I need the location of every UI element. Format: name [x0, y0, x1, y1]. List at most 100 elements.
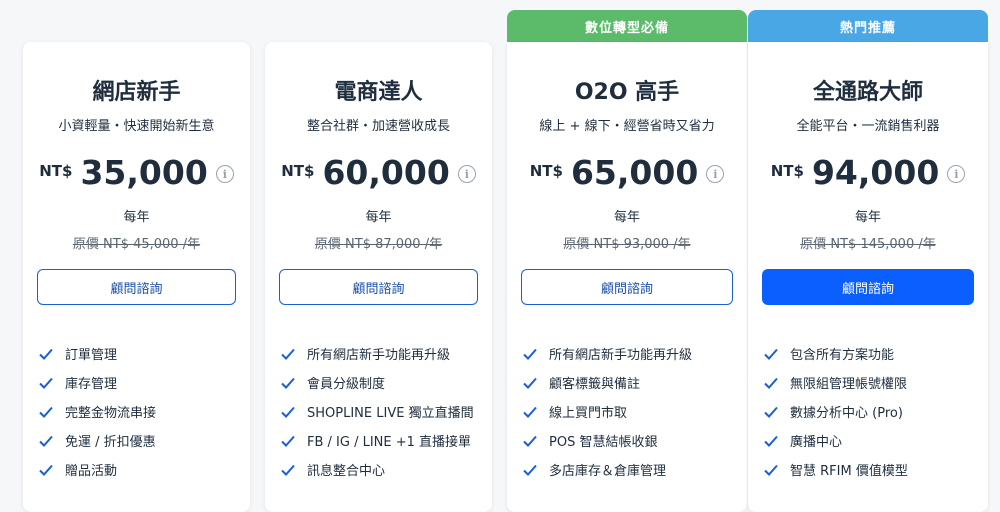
feature-label: 贈品活動: [65, 464, 118, 479]
billing-period: 每年: [613, 210, 640, 225]
feature-item: 多店庫存＆倉庫管理: [523, 455, 737, 484]
check-icon: [281, 377, 295, 389]
price-row: NT$ 65,000 i: [507, 154, 747, 192]
check-icon: [281, 435, 295, 447]
check-icon: [764, 464, 778, 476]
check-icon: [523, 348, 537, 360]
check-icon: [39, 406, 53, 418]
plan-title: O2O 高手: [574, 80, 680, 105]
info-circle-icon[interactable]: i: [947, 165, 966, 183]
feature-item: 線上買門市取: [523, 397, 737, 426]
consult-button[interactable]: 顧問諮詢: [762, 269, 974, 305]
ribbon-badge: 數位轉型必備: [507, 10, 747, 42]
info-circle-icon[interactable]: i: [457, 165, 476, 183]
feature-item: 庫存管理: [39, 368, 240, 397]
feature-list: 所有網店新手功能再升級 顧客標籤與備註 線上買門市取 POS 智慧結帳收銀 多店…: [523, 339, 737, 484]
feature-label: 所有網店新手功能再升級: [549, 348, 693, 363]
info-circle-icon[interactable]: i: [706, 165, 725, 183]
price-row: NT$ 94,000 i: [748, 154, 988, 192]
feature-label: 智慧 RFIM 價值模型: [790, 464, 908, 479]
feature-label: 訂單管理: [65, 348, 118, 363]
plan-title: 全通路大師: [812, 80, 923, 105]
consult-button[interactable]: 顧問諮詢: [279, 269, 478, 305]
price-amount: 94,000: [811, 153, 940, 192]
price-amount: 60,000: [322, 153, 450, 192]
feature-label: 多店庫存＆倉庫管理: [549, 464, 667, 479]
feature-label: 會員分級制度: [307, 377, 386, 392]
feature-item: 訂單管理: [39, 339, 240, 368]
feature-item: 包含所有方案功能: [764, 339, 978, 368]
feature-item: 數據分析中心 (Pro): [764, 397, 978, 426]
price-amount: 35,000: [80, 153, 208, 192]
feature-label: 包含所有方案功能: [790, 348, 895, 363]
feature-label: 庫存管理: [65, 377, 118, 392]
check-icon: [523, 377, 537, 389]
plan-card-pro: 電商達人 整合社群・加速營收成長 NT$ 60,000 i 每年 原價 NT$ …: [265, 42, 492, 512]
feature-label: 廣播中心: [790, 435, 843, 450]
plan-subtitle: 整合社群・加速營收成長: [306, 119, 450, 134]
original-price: 原價 NT$ 45,000 /年: [72, 237, 201, 252]
price-currency: NT$: [39, 162, 73, 180]
check-icon: [39, 464, 53, 476]
check-icon: [764, 348, 778, 360]
plan-subtitle: 小資輕量・快速開始新生意: [58, 119, 215, 134]
feature-item: POS 智慧結帳收銀: [523, 426, 737, 455]
check-icon: [281, 464, 295, 476]
check-icon: [39, 377, 53, 389]
feature-list: 所有網店新手功能再升級 會員分級制度 SHOPLINE LIVE 獨立直播間 F…: [281, 339, 482, 484]
feature-list: 訂單管理 庫存管理 完整金物流串接 免運 / 折扣優惠 贈品活動: [39, 339, 240, 484]
feature-label: SHOPLINE LIVE 獨立直播間: [307, 406, 474, 421]
feature-label: 線上買門市取: [549, 406, 628, 421]
price-currency: NT$: [281, 162, 315, 180]
feature-item: 智慧 RFIM 價值模型: [764, 455, 978, 484]
price-currency: NT$: [770, 162, 804, 180]
info-circle-icon[interactable]: i: [215, 165, 234, 183]
feature-label: POS 智慧結帳收銀: [549, 435, 658, 450]
feature-item: 會員分級制度: [281, 368, 482, 397]
feature-list: 包含所有方案功能 無限組管理帳號權限 數據分析中心 (Pro) 廣播中心 智慧 …: [764, 339, 978, 484]
feature-label: 完整金物流串接: [65, 406, 157, 421]
feature-item: 廣播中心: [764, 426, 978, 455]
feature-label: 所有網店新手功能再升級: [307, 348, 451, 363]
feature-item: 所有網店新手功能再升級: [523, 339, 737, 368]
ribbon-badge: 熱門推薦: [748, 10, 988, 42]
feature-item: 贈品活動: [39, 455, 240, 484]
feature-label: 訊息整合中心: [307, 464, 386, 479]
feature-item: 顧客標籤與備註: [523, 368, 737, 397]
original-price: 原價 NT$ 87,000 /年: [314, 237, 443, 252]
original-price: 原價 NT$ 93,000 /年: [563, 237, 691, 252]
check-icon: [523, 435, 537, 447]
check-icon: [523, 406, 537, 418]
feature-item: 無限組管理帳號權限: [764, 368, 978, 397]
price-row: NT$ 35,000 i: [23, 154, 250, 192]
plan-card-starter: 網店新手 小資輕量・快速開始新生意 NT$ 35,000 i 每年 原價 NT$…: [23, 42, 250, 512]
billing-period: 每年: [123, 210, 150, 225]
feature-label: 無限組管理帳號權限: [790, 377, 908, 392]
plan-card-omnichannel: 全通路大師 全能平台・一流銷售利器 NT$ 94,000 i 每年 原價 NT$…: [748, 42, 988, 512]
price-amount: 65,000: [570, 153, 699, 192]
check-icon: [281, 406, 295, 418]
plan-card-o2o: O2O 高手 線上 + 線下・經營省時又省力 NT$ 65,000 i 每年 原…: [507, 42, 747, 512]
feature-item: 訊息整合中心: [281, 455, 482, 484]
plan-subtitle: 線上 + 線下・經營省時又省力: [539, 119, 715, 134]
check-icon: [281, 348, 295, 360]
feature-label: 數據分析中心 (Pro): [790, 406, 903, 421]
plan-title: 網店新手: [92, 80, 181, 105]
consult-button[interactable]: 顧問諮詢: [521, 269, 733, 305]
consult-button[interactable]: 顧問諮詢: [37, 269, 236, 305]
billing-period: 每年: [854, 210, 881, 225]
check-icon: [764, 435, 778, 447]
check-icon: [523, 464, 537, 476]
original-price: 原價 NT$ 145,000 /年: [800, 237, 936, 252]
feature-item: 完整金物流串接: [39, 397, 240, 426]
feature-item: 所有網店新手功能再升級: [281, 339, 482, 368]
check-icon: [39, 348, 53, 360]
plan-title: 電商達人: [334, 80, 423, 105]
billing-period: 每年: [365, 210, 392, 225]
feature-label: 顧客標籤與備註: [549, 377, 641, 392]
check-icon: [764, 377, 778, 389]
check-icon: [764, 406, 778, 418]
check-icon: [39, 435, 53, 447]
price-row: NT$ 60,000 i: [265, 154, 492, 192]
feature-item: SHOPLINE LIVE 獨立直播間: [281, 397, 482, 426]
